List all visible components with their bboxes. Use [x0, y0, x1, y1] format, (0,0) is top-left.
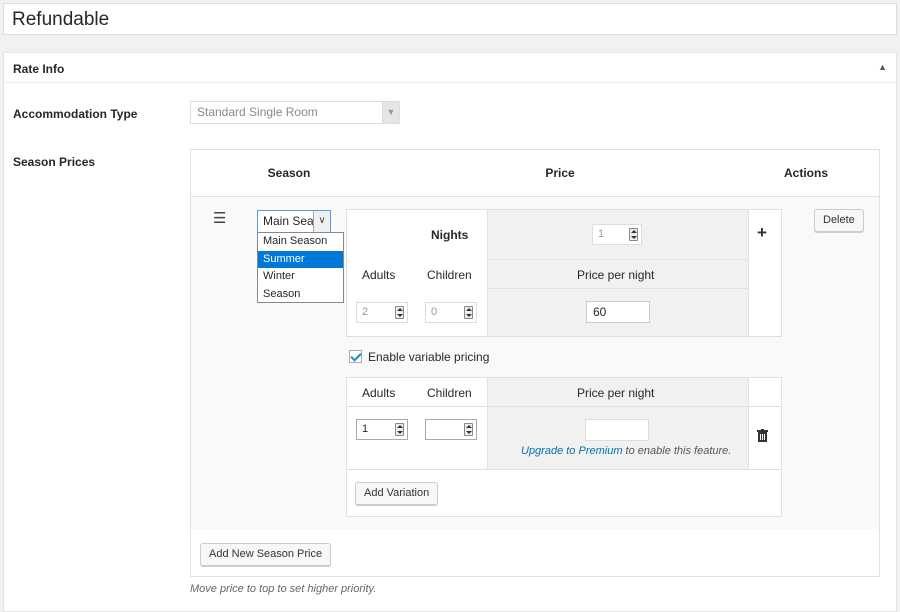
trash-icon[interactable]: [757, 429, 768, 442]
post-title-input[interactable]: Refundable: [3, 3, 897, 35]
children-label: Children: [427, 268, 472, 282]
season-option-main-season[interactable]: Main Season: [258, 233, 343, 251]
variation-price-per-night-label: Price per night: [577, 386, 655, 400]
variation-table: Adults Children Price per night 1 Upgrad…: [346, 377, 782, 517]
base-children-input: 0: [425, 302, 477, 323]
price-per-night-label: Price per night: [577, 268, 655, 282]
upgrade-notice: Upgrade to Premium to enable this featur…: [521, 445, 731, 457]
season-select-value: Main Seas: [263, 214, 320, 228]
base-adults-value: 2: [362, 306, 369, 318]
upgrade-to-premium-link[interactable]: Upgrade to Premium: [521, 445, 623, 457]
price-column-header: Price: [387, 150, 733, 197]
divider: [347, 469, 781, 470]
adults-label: Adults: [362, 268, 396, 282]
divider: [487, 288, 749, 289]
variation-adults-value: 1: [362, 423, 369, 435]
spinner-icon: [464, 423, 473, 436]
rate-info-panel: Rate Info ▲ Accommodation Type Standard …: [3, 52, 897, 612]
priority-hint: Move price to top to set higher priority…: [190, 583, 377, 595]
accommodation-type-label: Accommodation Type: [13, 107, 138, 121]
spinner-icon: [464, 306, 473, 319]
collapse-toggle-icon[interactable]: ▲: [878, 62, 887, 72]
nights-value: 1: [598, 228, 605, 240]
season-option-season[interactable]: Season: [258, 286, 343, 304]
divider: [347, 406, 781, 407]
chevron-down-icon: ▼: [382, 102, 399, 123]
panel-header[interactable]: Rate Info ▲: [4, 53, 896, 83]
base-adults-input: 2: [356, 302, 408, 323]
base-children-value: 0: [431, 306, 438, 318]
variation-adults-label: Adults: [362, 386, 396, 400]
season-prices-label: Season Prices: [13, 155, 96, 169]
spinner-icon: [395, 423, 404, 436]
season-prices-table: Season Price Actions ☰ Main Seas ∨ Main …: [190, 149, 880, 577]
season-dropdown-list: Main Season Summer Winter Season: [257, 232, 344, 303]
drag-handle-icon[interactable]: ☰: [213, 209, 226, 227]
add-new-season-price-button[interactable]: Add New Season Price: [200, 543, 332, 566]
variation-adults-input[interactable]: 1: [356, 419, 408, 440]
panel-title: Rate Info: [13, 62, 65, 76]
variation-children-input[interactable]: [425, 419, 477, 440]
season-option-winter[interactable]: Winter: [258, 268, 343, 286]
accommodation-type-value: Standard Single Room: [197, 105, 318, 119]
base-price-input[interactable]: 60: [586, 301, 650, 323]
spinner-icon: [629, 228, 638, 241]
chevron-down-icon: ∨: [313, 211, 330, 232]
nights-input[interactable]: 1: [592, 224, 642, 245]
add-row-plus-icon[interactable]: +: [757, 223, 767, 243]
actions-column-header: Actions: [733, 150, 879, 197]
enable-variable-pricing-label: Enable variable pricing: [368, 350, 490, 364]
spinner-icon: [395, 306, 404, 319]
delete-button[interactable]: Delete: [814, 209, 864, 232]
season-select[interactable]: Main Seas ∨: [257, 210, 331, 233]
nights-label: Nights: [431, 228, 469, 242]
season-option-summer[interactable]: Summer: [258, 250, 343, 268]
divider: [487, 259, 749, 260]
season-price-row: ☰ Main Seas ∨ Main Season Summer Winter …: [191, 197, 879, 529]
variation-price-input: [585, 419, 649, 441]
season-column-header: Season: [191, 150, 387, 197]
variation-children-label: Children: [427, 386, 472, 400]
upgrade-notice-text: to enable this feature.: [622, 445, 732, 457]
add-variation-button[interactable]: Add Variation: [355, 482, 439, 505]
base-price-table: Nights 1 Adults Children Price per night…: [346, 209, 782, 337]
accommodation-type-select: Standard Single Room ▼: [190, 101, 400, 124]
enable-variable-pricing-checkbox[interactable]: [349, 350, 362, 363]
